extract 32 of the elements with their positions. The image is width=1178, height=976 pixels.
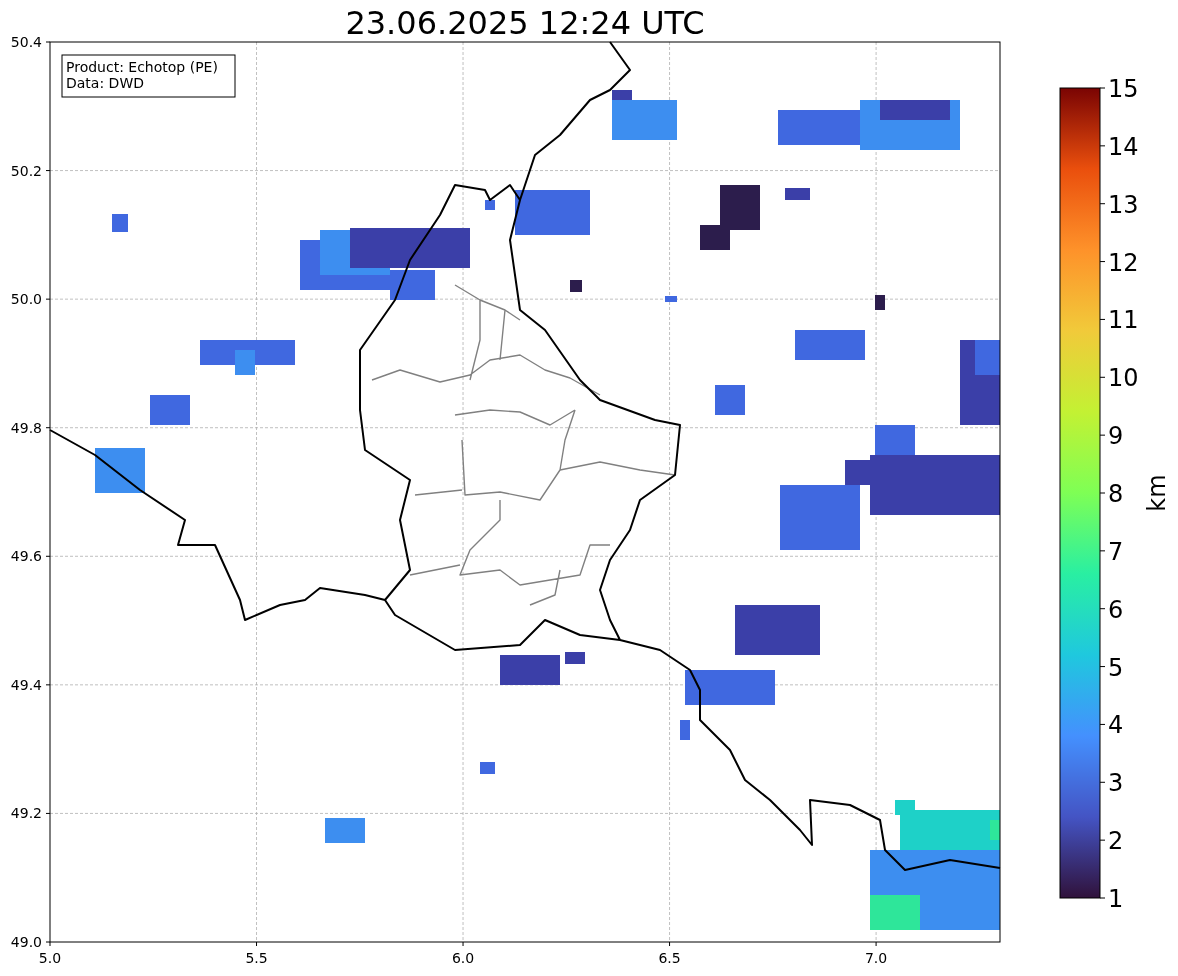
colorbar-label: 2	[1108, 827, 1124, 856]
y-axis-label: 50.2	[10, 162, 42, 179]
x-axis-label: 5.5	[245, 950, 268, 966]
y-axis-label: 50.4	[10, 34, 42, 50]
colorbar-label: 11	[1108, 306, 1139, 335]
x-axis-label: 7.0	[864, 950, 888, 966]
y-axis-label: 49.8	[10, 419, 42, 436]
colorbar-label: 10	[1108, 364, 1139, 393]
y-axis-label: 49.6	[10, 548, 42, 565]
y-axis-label: 49.4	[10, 676, 42, 693]
colorbar-title: km	[1143, 474, 1171, 512]
info-text: Product: Echotop (PE)	[66, 59, 218, 75]
chart-title: 23.06.2025 12:24 UTC	[345, 4, 705, 42]
colorbar-label: 9	[1108, 422, 1124, 451]
colorbar-label: 8	[1108, 480, 1124, 508]
colorbar-label: 14	[1108, 132, 1139, 161]
colorbar-label: 5	[1108, 653, 1124, 682]
colorbar-label: 6	[1108, 595, 1124, 624]
x-axis-label: 5.0	[38, 950, 62, 966]
colorbar-label: 13	[1108, 190, 1139, 219]
colorbar-label: 7	[1108, 537, 1124, 566]
y-axis-label: 49.2	[10, 805, 42, 822]
colorbar-label: 4	[1108, 711, 1124, 740]
colorbar-label: 12	[1108, 248, 1139, 277]
colorbar-label: 15	[1108, 75, 1139, 103]
x-axis-label: 6.0	[451, 950, 475, 966]
info-text: Data: DWD	[66, 75, 144, 91]
y-axis-label: 50.0	[10, 291, 42, 308]
y-axis-label: 49.0	[10, 934, 42, 950]
colorbar-label: 1	[1108, 885, 1124, 913]
colorbar-label: 3	[1108, 769, 1124, 798]
x-axis-label: 6.5	[658, 950, 681, 966]
